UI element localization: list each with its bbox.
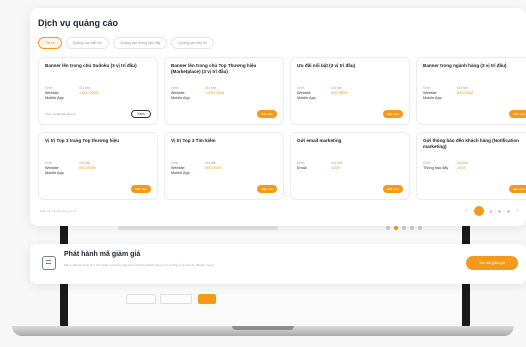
panel-title: Dịch vụ quảng cáo xyxy=(38,18,119,28)
channel-value: Mobile App xyxy=(45,96,64,100)
voucher-description: Mã ưu đãi áp dụng cho sản phẩm của bạn, … xyxy=(64,263,215,267)
order-button[interactable]: Đặt mua xyxy=(509,110,526,118)
service-card: Ưu đãi nổi bật (3 vị trí đầu) Kênh Giá b… xyxy=(290,57,410,125)
service-title: Banner lên trong chủ Sudoku (3 vị trí đầ… xyxy=(45,63,137,68)
results-count: Hiển thị 1-8 trên tổng số 12 xyxy=(40,209,77,213)
prev-page-icon[interactable]: ‹ xyxy=(466,208,468,214)
meta-label: Giá bán xyxy=(205,86,217,90)
service-title: Banner lên trong chủ Top Thương hiệu (Ma… xyxy=(171,63,257,74)
meta-label: Giá bán xyxy=(79,161,91,165)
price-value: 500.000đ xyxy=(79,166,95,170)
service-title: Ưu đãi nổi bật (3 vị trí đầu) xyxy=(297,63,356,68)
channel-value: Website xyxy=(171,166,185,170)
service-card: Banner lên trong chủ Sudoku (3 vị trí đầ… xyxy=(38,57,158,125)
order-button[interactable]: Đặt mua xyxy=(509,185,526,193)
price-value: 800.000đ xyxy=(457,91,473,95)
page-ellipsis xyxy=(507,209,510,213)
service-meta: Kênh Giá bán Thông báo đẩy 100đ xyxy=(423,161,497,170)
channel-value: Mobile App xyxy=(423,96,442,100)
meta-label: Kênh xyxy=(423,161,431,165)
service-title: Gửi thông báo đến khách hàng (Notificati… xyxy=(423,138,519,149)
meta-label: Giá bán xyxy=(457,86,469,90)
pricing-link[interactable]: Xem ưu đãi giá dịch vụ xyxy=(45,112,76,116)
channel-value: Website xyxy=(45,91,59,95)
channel-value: Email xyxy=(297,166,307,170)
channel-value: Mobile App xyxy=(171,96,190,100)
view-button[interactable]: Xem xyxy=(131,110,151,118)
meta-label: Giá bán xyxy=(79,86,91,90)
tab-all[interactable]: Tất cả xyxy=(38,37,62,49)
pagination: ‹ 2 › xyxy=(466,206,518,216)
laptop-filter-select xyxy=(126,294,156,304)
service-card: Gửi email marketing Kênh Giá bán Email 1… xyxy=(290,132,410,200)
meta-label: Giá bán xyxy=(331,86,343,90)
channel-value: Mobile App xyxy=(171,171,190,175)
meta-label: Kênh xyxy=(45,161,53,165)
voucher-title: Phát hành mã giảm giá xyxy=(64,251,141,258)
service-tabs: Tất cả Quảng cáo hiển thị Quảng cáo thôn… xyxy=(38,37,518,49)
order-button[interactable]: Đặt mua xyxy=(383,110,403,118)
meta-label: Giá bán xyxy=(331,161,343,165)
channel-value: Website xyxy=(423,91,437,95)
service-meta: Kênh Giá bán Website 500.000đ Mobile App xyxy=(171,161,245,175)
service-card: Vị trí Top 3 Tìm kiếm Kênh Giá bán Websi… xyxy=(164,132,284,200)
tab-marketing-ads[interactable]: Quảng cáo tiếp thị xyxy=(171,37,214,49)
service-card: Gửi thông báo đến khách hàng (Notificati… xyxy=(416,132,526,200)
page-2-button[interactable]: 2 xyxy=(490,209,492,214)
meta-label: Kênh xyxy=(297,161,305,165)
panel-footer: Hiển thị 1-8 trên tổng số 12 ‹ 2 › xyxy=(38,206,518,218)
service-meta: Kênh Giá bán Website 500.000đ Mobile App xyxy=(45,161,119,175)
service-meta: Kênh Giá bán Website 1.000.000đ Mobile A… xyxy=(45,86,119,100)
service-meta: Kênh Giá bán Email 100đ xyxy=(297,161,371,170)
service-title: Vị trí Top 3 Tìm kiếm xyxy=(171,138,216,143)
voucher-panel: Phát hành mã giảm giá Mã ưu đãi áp dụng … xyxy=(30,244,526,284)
voucher-icon xyxy=(42,256,56,270)
service-grid: Banner lên trong chủ Sudoku (3 vị trí đầ… xyxy=(38,57,526,200)
order-button[interactable]: Đặt mua xyxy=(257,185,277,193)
price-value: 1.000.000đ xyxy=(79,91,99,95)
meta-label: Kênh xyxy=(171,161,179,165)
meta-label: Kênh xyxy=(171,86,179,90)
meta-label: Kênh xyxy=(423,86,431,90)
service-title: Banner trong ngành hàng (3 vị trí đầu) xyxy=(423,63,507,68)
channel-value: Website xyxy=(45,166,59,170)
channel-value: Website xyxy=(297,91,311,95)
laptop-pagination xyxy=(386,226,422,230)
laptop-notch xyxy=(232,326,294,330)
service-card: Banner trong ngành hàng (3 vị trí đầu) K… xyxy=(416,57,526,125)
meta-label: Kênh xyxy=(45,86,53,90)
order-button[interactable]: Đặt mua xyxy=(131,185,151,193)
tab-push-ads[interactable]: Quảng cáo thông báo đẩy xyxy=(113,37,168,49)
service-title: Gửi email marketing xyxy=(297,138,342,143)
meta-label: Kênh xyxy=(297,86,305,90)
meta-label: Giá bán xyxy=(457,161,469,165)
meta-label: Giá bán xyxy=(205,161,217,165)
service-card: Banner lên trong chủ Top Thương hiệu (Ma… xyxy=(164,57,284,125)
service-meta: Kênh Giá bán Website 800.000đ Mobile App xyxy=(423,86,497,100)
price-value: 100đ xyxy=(331,166,340,170)
service-meta: Kênh Giá bán Website 1.000.000đ Mobile A… xyxy=(171,86,245,100)
price-value: 800.000đ xyxy=(331,91,347,95)
price-value: 100đ xyxy=(457,166,466,170)
next-page-icon[interactable]: › xyxy=(516,208,518,214)
tab-display-ads[interactable]: Quảng cáo hiển thị xyxy=(65,37,110,49)
price-value: 1.000.000đ xyxy=(205,91,225,95)
laptop-filter-select xyxy=(160,294,192,304)
price-value: 500.000đ xyxy=(205,166,221,170)
laptop-filter-bar xyxy=(120,288,420,312)
channel-value: Thông báo đẩy xyxy=(423,166,449,170)
page-1-button[interactable] xyxy=(473,206,484,216)
page-ellipsis xyxy=(498,209,501,213)
laptop-filter-button xyxy=(198,294,216,304)
channel-value: Mobile App xyxy=(45,171,64,175)
service-meta: Kênh Giá bán Website 800.000đ Mobile App xyxy=(297,86,371,100)
channel-value: Mobile App xyxy=(297,96,316,100)
order-button[interactable]: Đặt mua xyxy=(257,110,277,118)
channel-value: Website xyxy=(171,91,185,95)
order-button[interactable]: Đặt mua xyxy=(383,185,403,193)
service-card: Vị trí Top 3 trang Top thương hiệu Kênh … xyxy=(38,132,158,200)
advertising-services-panel: Dịch vụ quảng cáo Tất cả Quảng cáo hiển … xyxy=(30,8,526,226)
create-voucher-button[interactable]: Tạo mã giảm giá xyxy=(466,256,518,270)
service-title: Vị trí Top 3 trang Top thương hiệu xyxy=(45,138,120,143)
